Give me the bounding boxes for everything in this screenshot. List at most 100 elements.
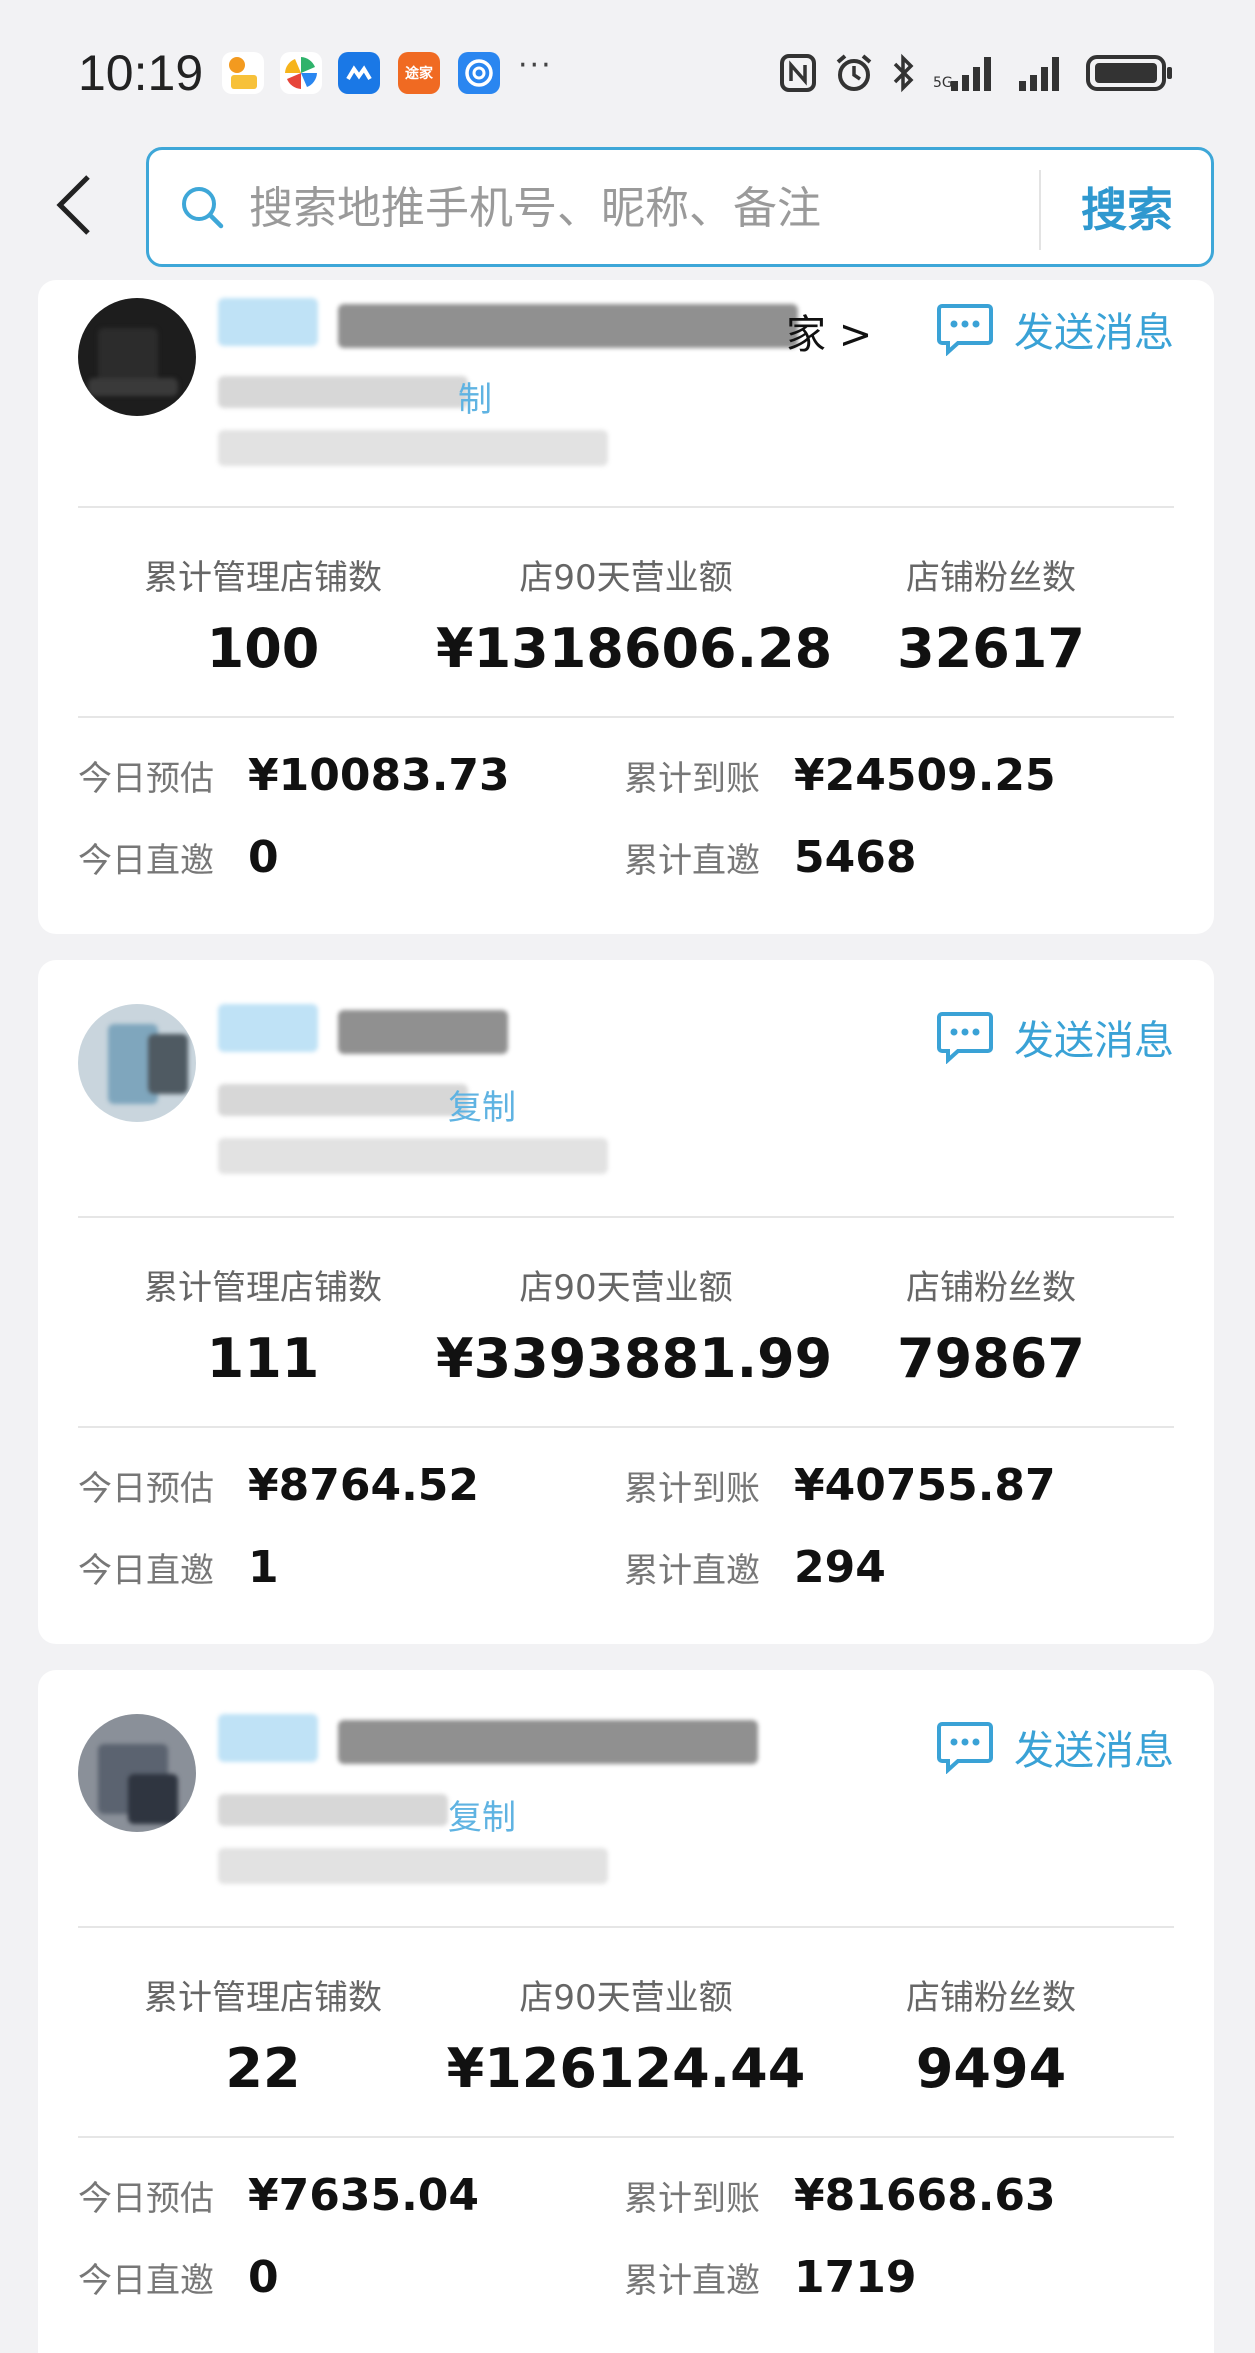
- stat-revenue-value: ¥3393881.99: [436, 1327, 833, 1390]
- browser-app-icon: [458, 52, 500, 94]
- chat-bubble-icon: [937, 1722, 993, 1774]
- total-direct: 累计直邀 294: [624, 1542, 886, 1593]
- avatar[interactable]: [78, 298, 196, 416]
- stat-fans-label: 店铺粉丝数: [906, 1268, 1076, 1308]
- today-estimate-value: ¥10083.73: [248, 750, 510, 801]
- today-estimate-value: ¥8764.52: [248, 1460, 480, 1511]
- today-direct-value: 0: [248, 832, 279, 883]
- divider: [78, 506, 1174, 508]
- total-direct-label: 累计直邀: [624, 2261, 760, 2301]
- chat-bubble-icon: [937, 304, 993, 356]
- promoter-card: 家 > 制 发送消息 累计管理店铺数 100 店90天营业额 ¥1318606.…: [38, 280, 1214, 934]
- divider: [78, 2136, 1174, 2138]
- avatar[interactable]: [78, 1004, 196, 1122]
- send-message-button[interactable]: 发送消息: [936, 1008, 1174, 1066]
- total-received-label: 累计到账: [624, 2179, 760, 2219]
- stat-stores-label: 累计管理店铺数: [144, 558, 382, 598]
- today-estimate-label: 今日预估: [78, 759, 214, 799]
- total-received-value: ¥81668.63: [794, 2170, 1056, 2221]
- divider: [78, 1216, 1174, 1218]
- total-direct-value: 294: [794, 1542, 886, 1593]
- today-direct-value: 0: [248, 2252, 279, 2303]
- system-icons: 5G: [779, 50, 1175, 96]
- stat-fans: 店铺粉丝数 9494: [801, 1970, 1181, 2100]
- redacted-date: [218, 1848, 608, 1884]
- today-direct-label: 今日直邀: [78, 2261, 214, 2301]
- today-direct: 今日直邀 0: [78, 2252, 279, 2303]
- redacted-phone: [218, 376, 468, 408]
- today-direct-value: 1: [248, 1542, 279, 1593]
- divider: [78, 716, 1174, 718]
- chat-bubble-icon: [937, 1012, 993, 1064]
- total-direct-label: 累计直邀: [624, 841, 760, 881]
- today-estimate: 今日预估 ¥8764.52: [78, 1460, 479, 1511]
- stat-revenue-label: 店90天营业额: [519, 558, 733, 598]
- today-estimate-label: 今日预估: [78, 2179, 214, 2219]
- send-message-button[interactable]: 发送消息: [936, 300, 1174, 358]
- home-app-icon: 途家: [398, 52, 440, 94]
- today-direct-label: 今日直邀: [78, 841, 214, 881]
- stat-fans: 店铺粉丝数 79867: [801, 1260, 1181, 1390]
- stat-revenue-label: 店90天营业额: [519, 1268, 733, 1308]
- svg-text:5G: 5G: [933, 75, 953, 91]
- total-received-label: 累计到账: [624, 1469, 760, 1509]
- stat-revenue: 店90天营业额 ¥126124.44: [436, 1970, 816, 2100]
- stat-fans-value: 79867: [897, 1327, 1085, 1390]
- stat-stores-value: 111: [206, 1327, 320, 1390]
- divider: [78, 1426, 1174, 1428]
- total-received-value: ¥40755.87: [794, 1460, 1056, 1511]
- search-divider: [1039, 170, 1041, 250]
- signal-1-icon: 5G: [933, 57, 991, 91]
- today-direct: 今日直邀 1: [78, 1542, 279, 1593]
- stat-revenue-value: ¥126124.44: [446, 2037, 806, 2100]
- total-direct-label: 累计直邀: [624, 1551, 760, 1591]
- total-received: 累计到账 ¥40755.87: [624, 1460, 1056, 1511]
- back-button[interactable]: [48, 170, 100, 240]
- redacted-name: [338, 304, 798, 348]
- stat-stores-label: 累计管理店铺数: [144, 1978, 382, 2018]
- today-estimate: 今日预估 ¥7635.04: [78, 2170, 479, 2221]
- total-received-label: 累计到账: [624, 759, 760, 799]
- send-message-button[interactable]: 发送消息: [936, 1718, 1174, 1776]
- total-received: 累计到账 ¥24509.25: [624, 750, 1056, 801]
- stat-revenue-label: 店90天营业额: [519, 1978, 733, 2018]
- today-estimate-label: 今日预估: [78, 1469, 214, 1509]
- stat-stores-label: 累计管理店铺数: [144, 1268, 382, 1308]
- redacted-date: [218, 1138, 608, 1174]
- stat-stores: 累计管理店铺数 111: [73, 1260, 453, 1390]
- stat-fans-value: 9494: [915, 2037, 1067, 2100]
- search-input[interactable]: [249, 172, 1149, 244]
- copy-link[interactable]: 复制: [448, 1790, 516, 1839]
- redacted-name: [338, 1010, 508, 1054]
- today-direct-label: 今日直邀: [78, 1551, 214, 1591]
- search-button[interactable]: 搜索: [1043, 150, 1211, 264]
- bluetooth-icon: [893, 53, 914, 93]
- redacted-phone: [218, 1084, 468, 1116]
- pinwheel-app-icon: [280, 52, 322, 94]
- redacted-date: [218, 430, 608, 466]
- name-suffix[interactable]: 家 >: [786, 302, 872, 360]
- send-message-label: 发送消息: [1014, 1728, 1174, 1774]
- stat-revenue: 店90天营业额 ¥3393881.99: [436, 1260, 833, 1390]
- more-notifications-icon: ···: [518, 48, 553, 83]
- lottery-app-icon: [222, 52, 264, 94]
- stat-stores-value: 22: [225, 2037, 301, 2100]
- stat-fans-value: 32617: [897, 617, 1085, 680]
- copy-link[interactable]: 制: [458, 372, 492, 421]
- search-bar: 搜索: [146, 147, 1214, 267]
- promoter-card: 复制 发送消息 累计管理店铺数 22 店90天营业额 ¥126124.44 店铺…: [38, 1670, 1214, 2353]
- copy-link[interactable]: 复制: [448, 1080, 516, 1129]
- total-direct-value: 1719: [794, 2252, 917, 2303]
- total-received: 累计到账 ¥81668.63: [624, 2170, 1056, 2221]
- promoter-card: 复制 发送消息 累计管理店铺数 111 店90天营业额 ¥3393881.99 …: [38, 960, 1214, 1644]
- stat-fans: 店铺粉丝数 32617: [801, 550, 1181, 680]
- redacted-phone: [218, 1794, 448, 1826]
- avatar[interactable]: [78, 1714, 196, 1832]
- cloud-app-icon: [338, 52, 380, 94]
- send-message-label: 发送消息: [1014, 310, 1174, 356]
- redacted-tag: [218, 298, 318, 346]
- stat-stores: 累计管理店铺数 22: [73, 1970, 453, 2100]
- stat-fans-label: 店铺粉丝数: [906, 1978, 1076, 2018]
- status-time: 10:19: [78, 45, 204, 101]
- status-bar: 10:19 途家 ··· 5G: [0, 0, 1255, 140]
